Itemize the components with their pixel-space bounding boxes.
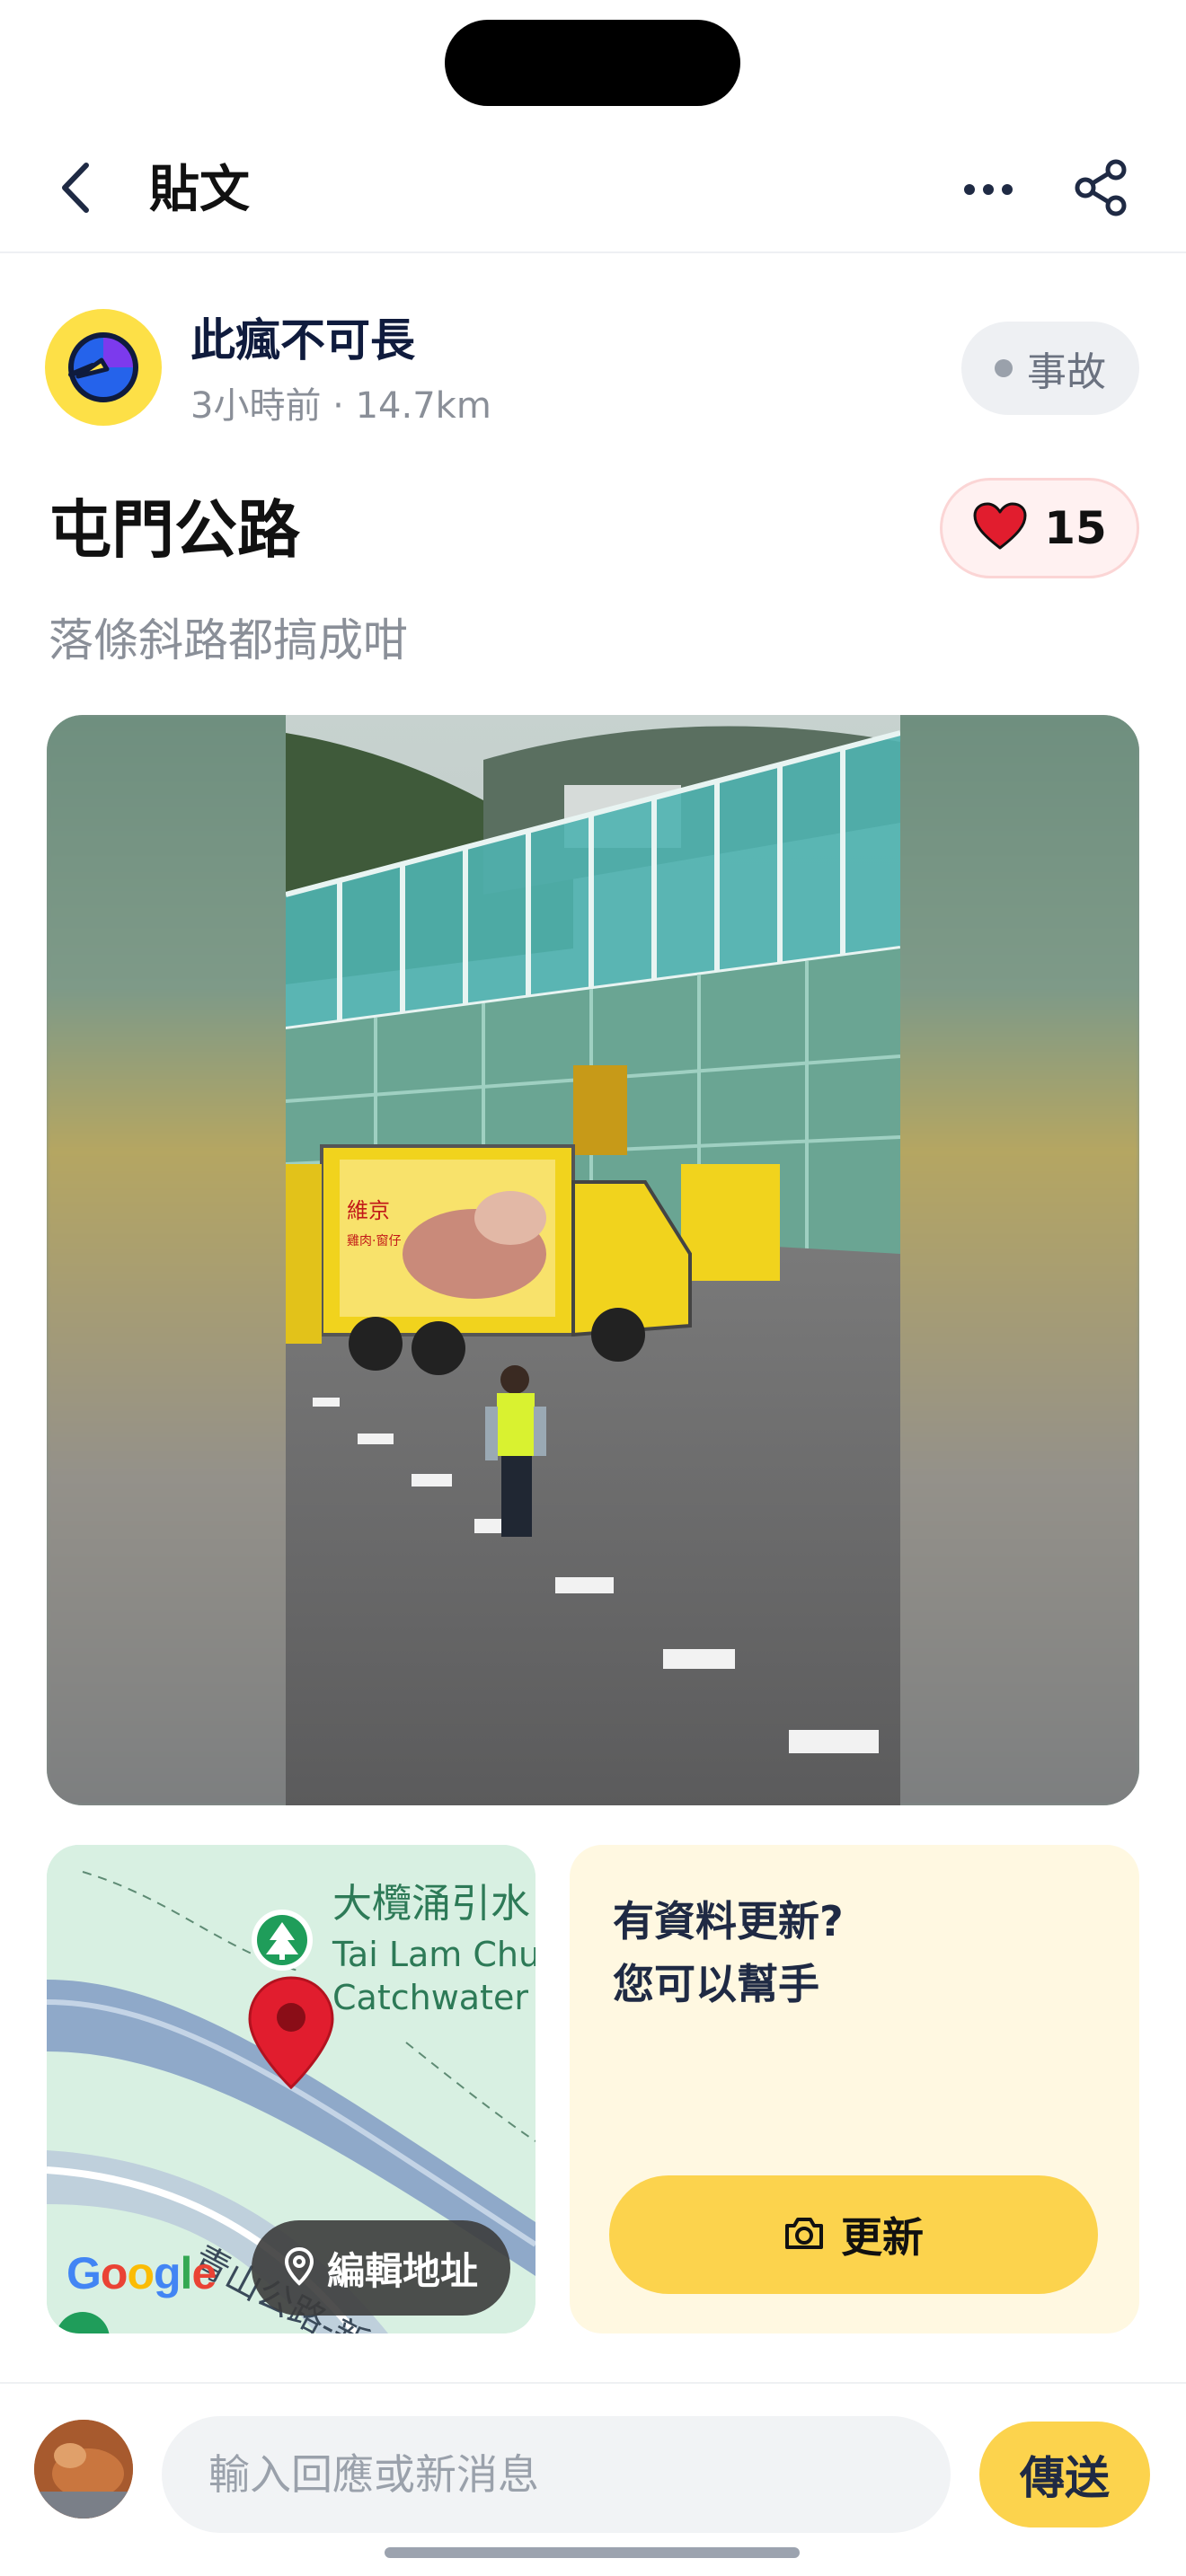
top-bar: 貼文: [0, 126, 1186, 253]
send-button[interactable]: 傳送: [979, 2422, 1150, 2527]
more-horizontal-icon: [963, 182, 1013, 199]
update-button-label: 更新: [841, 2213, 924, 2262]
heart-icon: [972, 501, 1028, 555]
edit-address-label: 編輯地址: [326, 2248, 478, 2293]
like-count: 15: [1044, 502, 1107, 554]
accident-scene-image: 維京 雞肉·窗仔: [286, 715, 900, 1805]
post-meta: 3小時前 · 14.7km: [190, 385, 491, 427]
category-tag[interactable]: 事故: [961, 322, 1139, 415]
map-card[interactable]: 青山公路-新 大欖涌引水 Tai Lam Chu Catchwater Goog…: [47, 1845, 535, 2333]
dynamic-island: [445, 20, 740, 106]
truck-sub: 雞肉·窗仔: [347, 1233, 401, 1248]
post-body: 落條斜路都搞成咁: [49, 614, 408, 666]
like-button[interactable]: 15: [940, 478, 1139, 578]
post-title: 屯門公路: [49, 493, 300, 567]
map-pin-icon: [284, 2246, 314, 2289]
update-card: 有資料更新? 您可以幫手 更新: [570, 1845, 1139, 2333]
camera-icon: [783, 2215, 825, 2254]
google-logo: Google: [66, 2248, 217, 2298]
tag-dot: [995, 359, 1013, 377]
map-place-zh: 大欖涌引水: [332, 1881, 530, 1927]
update-prompt-line2: 您可以幫手: [613, 1960, 819, 2008]
composer-bar: 傳送: [0, 2382, 1186, 2576]
map-place-en-2: Catchwater: [332, 1978, 528, 2017]
home-indicator: [385, 2547, 800, 2558]
share-icon: [1075, 159, 1128, 220]
truck-brand: 維京: [347, 1198, 390, 1223]
author-name[interactable]: 此瘋不可長: [190, 309, 415, 372]
post-media[interactable]: 維京 雞肉·窗仔: [47, 715, 1139, 1805]
update-button[interactable]: 更新: [609, 2175, 1098, 2294]
page-title: 貼文: [149, 161, 250, 219]
map-place-en-1: Tai Lam Chu: [332, 1935, 535, 1974]
send-button-label: 傳送: [1020, 2452, 1110, 2504]
reply-input[interactable]: [162, 2416, 951, 2533]
media-photo[interactable]: 維京 雞肉·窗仔: [286, 715, 900, 1805]
back-button[interactable]: [49, 162, 102, 217]
chevron-left-icon: [58, 162, 93, 217]
user-avatar[interactable]: [34, 2420, 133, 2519]
gauge-avatar-icon: [68, 332, 138, 402]
edit-address-button[interactable]: 編輯地址: [252, 2220, 510, 2316]
update-prompt-line1: 有資料更新?: [613, 1897, 844, 1945]
share-button[interactable]: [1073, 158, 1130, 221]
more-button[interactable]: [960, 162, 1017, 219]
author-avatar[interactable]: [45, 309, 162, 426]
tag-label: 事故: [1027, 349, 1106, 395]
user-avatar-photo: [34, 2420, 133, 2519]
